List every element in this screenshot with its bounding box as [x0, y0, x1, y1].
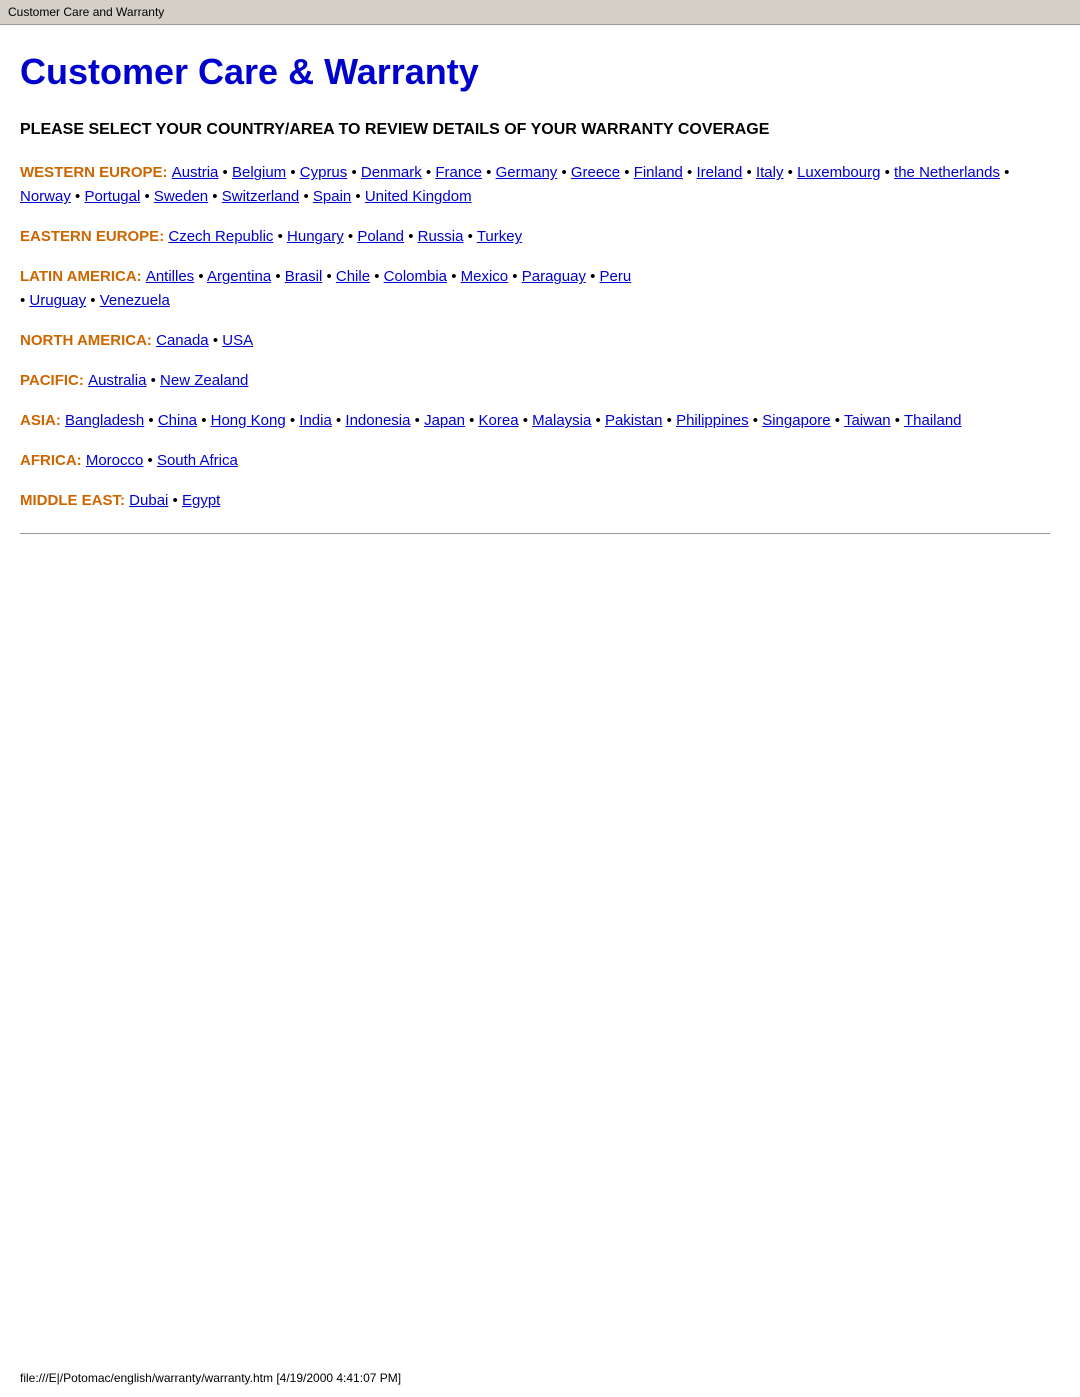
page-heading: Customer Care & Warranty	[20, 45, 1050, 99]
country-link-russia[interactable]: Russia	[418, 228, 464, 245]
country-link-antilles[interactable]: Antilles	[146, 268, 194, 285]
country-link-brasil[interactable]: Brasil	[285, 268, 323, 285]
main-content: Customer Care & Warranty PLEASE SELECT Y…	[0, 25, 1080, 594]
region-latin-america: LATIN AMERICA: Antilles • Argentina • Br…	[20, 265, 1050, 313]
separator	[20, 533, 1050, 534]
region-label-pacific: PACIFIC:	[20, 372, 88, 389]
country-link-turkey[interactable]: Turkey	[477, 228, 522, 245]
country-link-korea[interactable]: Korea	[479, 412, 519, 429]
region-eastern-europe: EASTERN EUROPE: Czech Republic • Hungary…	[20, 225, 1050, 249]
country-link-venezuela[interactable]: Venezuela	[100, 292, 170, 309]
country-link-sweden[interactable]: Sweden	[154, 188, 208, 205]
country-link-cyprus[interactable]: Cyprus	[300, 164, 348, 181]
page-subtitle: PLEASE SELECT YOUR COUNTRY/AREA TO REVIE…	[20, 119, 1050, 141]
region-middle-east: MIDDLE EAST: Dubai • Egypt	[20, 489, 1050, 513]
region-label-middle-east: MIDDLE EAST:	[20, 492, 129, 509]
country-link-spain[interactable]: Spain	[313, 188, 351, 205]
country-link-czech-republic[interactable]: Czech Republic	[168, 228, 273, 245]
country-link-finland[interactable]: Finland	[634, 164, 683, 181]
country-link-pakistan[interactable]: Pakistan	[605, 412, 663, 429]
country-link-mexico[interactable]: Mexico	[461, 268, 509, 285]
country-link-poland[interactable]: Poland	[357, 228, 404, 245]
country-link-hong-kong[interactable]: Hong Kong	[211, 412, 286, 429]
region-western-europe: WESTERN EUROPE: Austria • Belgium • Cypr…	[20, 161, 1050, 209]
country-link-uruguay[interactable]: Uruguay	[29, 292, 86, 309]
region-north-america: NORTH AMERICA: Canada • USA	[20, 329, 1050, 353]
regions-container: WESTERN EUROPE: Austria • Belgium • Cypr…	[20, 161, 1050, 513]
region-label-africa: AFRICA:	[20, 452, 86, 469]
country-link-belgium[interactable]: Belgium	[232, 164, 286, 181]
country-link-peru[interactable]: Peru	[600, 268, 632, 285]
country-link-singapore[interactable]: Singapore	[762, 412, 830, 429]
country-link-portugal[interactable]: Portugal	[84, 188, 140, 205]
country-link-canada[interactable]: Canada	[156, 332, 209, 349]
country-link-indonesia[interactable]: Indonesia	[345, 412, 410, 429]
country-link-italy[interactable]: Italy	[756, 164, 784, 181]
region-label-western-europe: WESTERN EUROPE:	[20, 164, 172, 181]
country-link-france[interactable]: France	[435, 164, 482, 181]
country-link-bangladesh[interactable]: Bangladesh	[65, 412, 144, 429]
region-africa: AFRICA: Morocco • South Africa	[20, 449, 1050, 473]
country-link-the-netherlands[interactable]: the Netherlands	[894, 164, 1000, 181]
country-link-egypt[interactable]: Egypt	[182, 492, 220, 509]
country-link-paraguay[interactable]: Paraguay	[522, 268, 586, 285]
country-link-germany[interactable]: Germany	[496, 164, 558, 181]
tab-title: Customer Care and Warranty	[8, 5, 164, 19]
tab-bar: Customer Care and Warranty	[0, 0, 1080, 25]
country-link-norway[interactable]: Norway	[20, 188, 71, 205]
country-link-ireland[interactable]: Ireland	[696, 164, 742, 181]
country-link-australia[interactable]: Australia	[88, 372, 146, 389]
region-pacific: PACIFIC: Australia • New Zealand	[20, 369, 1050, 393]
country-link-switzerland[interactable]: Switzerland	[222, 188, 300, 205]
region-label-eastern-europe: EASTERN EUROPE:	[20, 228, 168, 245]
country-link-philippines[interactable]: Philippines	[676, 412, 749, 429]
country-link-thailand[interactable]: Thailand	[904, 412, 962, 429]
status-bar: file:///E|/Potomac/english/warranty/warr…	[20, 1369, 401, 1387]
country-link-austria[interactable]: Austria	[172, 164, 219, 181]
country-link-colombia[interactable]: Colombia	[384, 268, 447, 285]
country-link-argentina[interactable]: Argentina	[207, 268, 271, 285]
country-link-india[interactable]: India	[299, 412, 332, 429]
region-label-latin-america: LATIN AMERICA:	[20, 268, 146, 285]
country-link-new-zealand[interactable]: New Zealand	[160, 372, 248, 389]
country-link-denmark[interactable]: Denmark	[361, 164, 422, 181]
country-link-japan[interactable]: Japan	[424, 412, 465, 429]
country-link-south-africa[interactable]: South Africa	[157, 452, 238, 469]
country-link-luxembourg[interactable]: Luxembourg	[797, 164, 880, 181]
country-link-greece[interactable]: Greece	[571, 164, 620, 181]
region-label-asia: ASIA:	[20, 412, 65, 429]
country-link-malaysia[interactable]: Malaysia	[532, 412, 591, 429]
country-link-china[interactable]: China	[158, 412, 197, 429]
country-link-united-kingdom[interactable]: United Kingdom	[365, 188, 472, 205]
country-link-dubai[interactable]: Dubai	[129, 492, 168, 509]
country-link-hungary[interactable]: Hungary	[287, 228, 344, 245]
region-label-north-america: NORTH AMERICA:	[20, 332, 156, 349]
status-text: file:///E|/Potomac/english/warranty/warr…	[20, 1371, 401, 1385]
country-link-chile[interactable]: Chile	[336, 268, 370, 285]
country-link-morocco[interactable]: Morocco	[86, 452, 144, 469]
country-link-usa[interactable]: USA	[222, 332, 253, 349]
country-link-taiwan[interactable]: Taiwan	[844, 412, 891, 429]
region-asia: ASIA: Bangladesh • China • Hong Kong • I…	[20, 409, 1050, 433]
